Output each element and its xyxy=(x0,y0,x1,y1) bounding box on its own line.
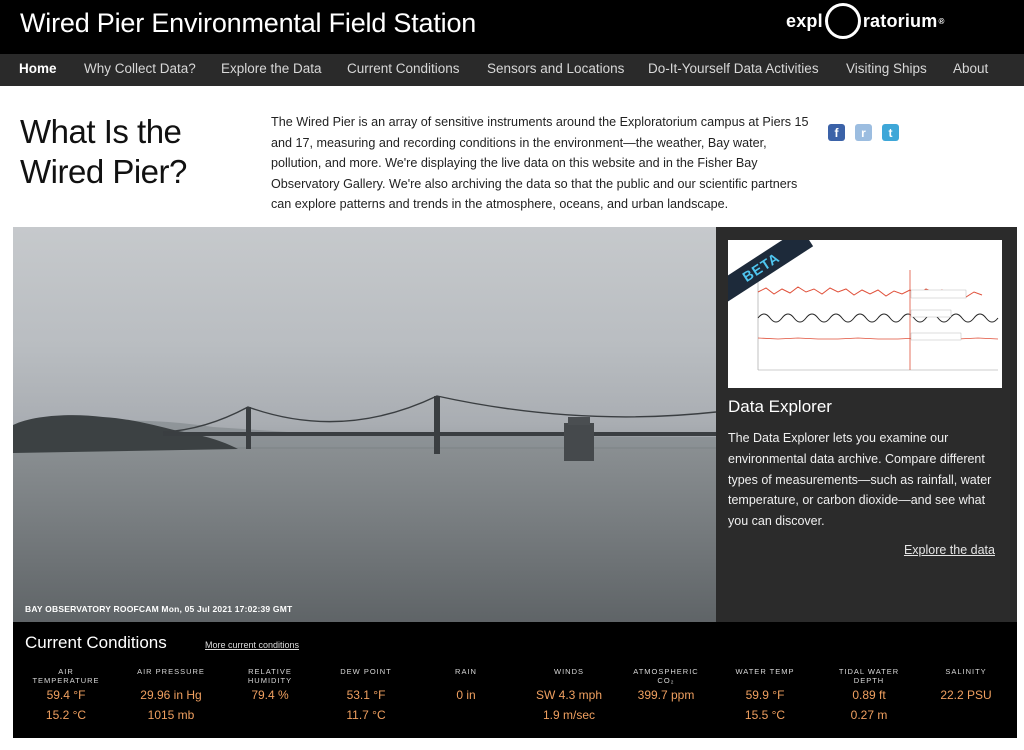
exploratorium-logo[interactable]: expl ratorium ® xyxy=(786,3,945,39)
metric-value-alt: 0.27 m xyxy=(850,708,888,722)
logo-text-right: ratorium xyxy=(862,10,938,31)
metric-label: SALINITY xyxy=(945,667,987,676)
data-explorer-description: The Data Explorer lets you examine our e… xyxy=(728,431,992,529)
site-header: Wired Pier Environmental Field Station e… xyxy=(0,0,1024,54)
metric-value: 399.7 ppm xyxy=(637,688,695,702)
intro-paragraph: The Wired Pier is an array of sensitive … xyxy=(271,115,809,212)
nav-sensors-and-locations[interactable]: Sensors and Locations xyxy=(487,61,624,76)
metric-value-alt: 1015 mb xyxy=(147,708,195,722)
reddit-icon[interactable]: r xyxy=(855,124,872,141)
nav-about[interactable]: About xyxy=(953,61,988,76)
metric-value-alt: 11.7 °C xyxy=(346,708,386,722)
metric-value: 59.9 °F xyxy=(745,688,785,702)
metric-tidal-water-depth: TIDAL WATER DEPTH 0.89 ft 0.27 m xyxy=(827,667,911,725)
facebook-icon[interactable]: f xyxy=(828,124,845,141)
metric-label: AIR TEMPERATURE xyxy=(32,667,100,685)
metric-value: 53.1 °F xyxy=(346,688,386,702)
metric-rain: RAIN 0 in xyxy=(436,667,496,705)
metric-atmospheric-co2: ATMOSPHERIC CO₂ 399.7 ppm xyxy=(625,667,707,705)
metric-label: ATMOSPHERIC CO₂ xyxy=(633,667,699,685)
metric-air-pressure: AIR PRESSURE 29.96 in Hg 1015 mb xyxy=(125,667,217,725)
site-title[interactable]: Wired Pier Environmental Field Station xyxy=(20,8,476,39)
social-share: f r t xyxy=(828,124,899,141)
metric-value: 79.4 % xyxy=(251,688,289,702)
data-explorer-title: Data Explorer xyxy=(728,397,832,416)
twitter-icon[interactable]: t xyxy=(882,124,899,141)
metric-value: 59.4 °F xyxy=(46,688,86,702)
metric-value: 0 in xyxy=(456,688,476,702)
metric-label: RELATIVE HUMIDITY xyxy=(247,667,293,685)
metric-label: TIDAL WATER DEPTH xyxy=(838,667,900,685)
data-explorer-panel: BETA Data Explorer The Data Explorer let… xyxy=(716,227,1017,622)
nav-explore-the-data[interactable]: Explore the Data xyxy=(221,61,322,76)
roofcam-image: BAY OBSERVATORY ROOFCAM Mon, 05 Jul 2021… xyxy=(13,227,716,622)
data-explorer-thumbnail[interactable]: BETA xyxy=(728,240,1002,388)
nav-current-conditions[interactable]: Current Conditions xyxy=(347,61,460,76)
metric-relative-humidity: RELATIVE HUMIDITY 79.4 % xyxy=(235,667,305,705)
metric-air-temperature: AIR TEMPERATURE 59.4 °F 15.2 °C xyxy=(31,667,101,725)
nav-why-collect-data[interactable]: Why Collect Data? xyxy=(84,61,196,76)
explore-the-data-link[interactable]: Explore the data xyxy=(904,543,995,557)
roofcam-caption: BAY OBSERVATORY ROOFCAM Mon, 05 Jul 2021… xyxy=(25,604,293,614)
page-heading: What Is the Wired Pier? xyxy=(20,113,187,190)
current-conditions-title: Current Conditions xyxy=(25,633,167,652)
current-conditions-bar: Current Conditions More current conditio… xyxy=(13,622,1017,738)
metric-winds: WINDS SW 4.3 mph 1.9 m/sec xyxy=(526,667,612,725)
metric-water-temp: WATER TEMP 59.9 °F 15.5 °C xyxy=(729,667,801,725)
metric-label: WINDS xyxy=(554,667,584,676)
metric-value: SW 4.3 mph xyxy=(535,688,603,702)
metric-value-alt: 15.5 °C xyxy=(744,708,786,722)
nav-home[interactable]: Home xyxy=(19,61,57,76)
metric-label: AIR PRESSURE xyxy=(137,667,205,676)
logo-registered-mark: ® xyxy=(938,16,945,26)
main-nav: Home Why Collect Data? Explore the Data … xyxy=(0,54,1024,86)
nav-visiting-ships[interactable]: Visiting Ships xyxy=(846,61,927,76)
metric-value: 29.96 in Hg xyxy=(140,688,202,702)
metric-dew-point: DEW POINT 53.1 °F 11.7 °C xyxy=(331,667,401,725)
metric-value-alt: 1.9 m/sec xyxy=(542,708,596,722)
metric-label: DEW POINT xyxy=(340,667,392,676)
metric-label: RAIN xyxy=(455,667,477,676)
logo-text-left: expl xyxy=(786,10,823,31)
metric-value: 22.2 PSU xyxy=(940,688,992,702)
nav-diy-data-activities[interactable]: Do-It-Yourself Data Activities xyxy=(648,61,819,76)
more-current-conditions-link[interactable]: More current conditions xyxy=(205,640,299,650)
metric-salinity: SALINITY 22.2 PSU xyxy=(931,667,1001,705)
logo-ring-icon xyxy=(824,3,861,39)
bay-bridge-scene xyxy=(13,395,716,622)
metric-value: 0.89 ft xyxy=(852,688,886,702)
metric-label: WATER TEMP xyxy=(735,667,795,676)
metric-value-alt: 15.2 °C xyxy=(45,708,87,722)
